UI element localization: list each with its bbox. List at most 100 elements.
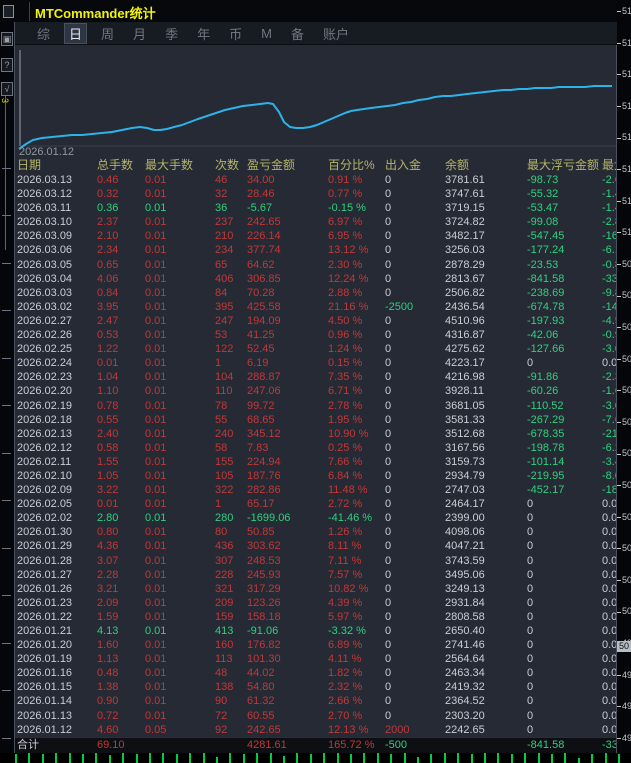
row1-balance: 3747.61 (445, 187, 527, 201)
row37-max_float_pct: 0.00 (602, 694, 617, 708)
table-row[interactable]: 2026.02.231.040.01104288.877.35 %04216.9… (14, 370, 617, 384)
row9-pnl: 425.58 (247, 300, 328, 314)
window-icon[interactable] (3, 5, 14, 18)
table-row[interactable]: 2026.02.180.550.015568.651.95 %03581.33-… (14, 413, 617, 427)
table-row[interactable]: 2026.02.120.580.01587.830.25 %03167.56-1… (14, 441, 617, 455)
table-row[interactable]: 2026.03.023.950.01395425.5821.16 %-25002… (14, 300, 617, 314)
table-row[interactable]: 2026.01.151.380.0113854.802.32 %02419.32… (14, 680, 617, 694)
row30-pnl: 123.26 (247, 596, 328, 610)
table-row[interactable]: 2026.01.160.480.014844.021.82 %02463.340… (14, 666, 617, 680)
table-row[interactable]: 2026.02.093.220.01322282.8611.48 %02747.… (14, 483, 617, 497)
table-row[interactable]: 2026.01.232.090.01209123.264.39 %02931.8… (14, 596, 617, 610)
tab-3[interactable]: 月 (128, 23, 151, 44)
row0-max_float_pct: -2.63 (602, 173, 617, 187)
table-row[interactable]: 2026.03.092.100.01210226.146.95 %03482.1… (14, 229, 617, 243)
price-scale-tick: 51 (617, 69, 631, 79)
tab-7[interactable]: M (256, 25, 277, 42)
table-row[interactable]: 2026.02.101.050.01105187.766.84 %02934.7… (14, 469, 617, 483)
row39-date: 2026.01.12 (17, 723, 97, 737)
row8-date: 2026.03.03 (17, 286, 97, 300)
table-row[interactable]: 2026.01.130.720.017260.552.70 %02303.200… (14, 709, 617, 723)
volume-bar (42, 754, 44, 763)
row1-pct: 0.77 % (328, 187, 385, 201)
row12-pct: 1.24 % (328, 342, 385, 356)
row3-pnl: 242.65 (247, 215, 328, 229)
tab-8[interactable]: 备 (286, 23, 309, 44)
price-scale-strip[interactable]: 5151515151515151505050505050505050505050… (617, 0, 631, 763)
row19-count: 58 (215, 441, 247, 455)
row9-lots: 3.95 (97, 300, 145, 314)
table-row[interactable]: 2026.01.221.590.01159158.185.97 %02808.5… (14, 610, 617, 624)
table-row[interactable]: 2026.01.214.130.01413-91.06-3.32 %02650.… (14, 624, 617, 638)
confirm-icon[interactable]: √ (1, 82, 13, 96)
table-row[interactable]: 2026.01.283.070.01307248.537.11 %03743.5… (14, 554, 617, 568)
table-row[interactable]: 2026.03.030.840.018470.282.88 %02506.82-… (14, 286, 617, 300)
row32-max_float_pct: 0.00 (602, 624, 617, 638)
table-row[interactable]: 2026.03.130.460.014634.000.91 %03781.61-… (14, 173, 617, 187)
row21-balance: 2934.79 (445, 469, 527, 483)
volume-bar (296, 753, 298, 763)
row0-max_float: -98.73 (527, 173, 602, 187)
table-row[interactable]: 2026.02.111.550.01155224.947.66 %03159.7… (14, 455, 617, 469)
tab-5[interactable]: 年 (192, 23, 215, 44)
table-row[interactable]: 2026.02.251.220.0112252.451.24 %04275.62… (14, 342, 617, 356)
row23-pct: 2.72 % (328, 497, 385, 511)
stats-total-row: 合计69.104281.61165.72 %-500-841.58-33.57 (14, 737, 617, 753)
table-row[interactable]: 2026.02.272.470.01247194.094.50 %04510.9… (14, 314, 617, 328)
row1-date: 2026.03.12 (17, 187, 97, 201)
table-row[interactable]: 2026.01.272.280.01228245.937.57 %03495.0… (14, 568, 617, 582)
row0-pnl: 34.00 (247, 173, 328, 187)
table-row[interactable]: 2026.03.102.370.01237242.656.97 %03724.8… (14, 215, 617, 229)
tab-9[interactable]: 账户 (318, 23, 354, 44)
row22-pct: 11.48 % (328, 483, 385, 497)
table-row[interactable]: 2026.03.044.060.01406306.8512.24 %02813.… (14, 272, 617, 286)
row27-pct: 7.11 % (328, 554, 385, 568)
row31-cash: 0 (385, 610, 445, 624)
table-row[interactable]: 2026.03.120.320.013228.460.77 %03747.61-… (14, 187, 617, 201)
tab-1[interactable]: 日 (64, 23, 87, 44)
table-row[interactable]: 2026.02.190.780.017899.722.78 %03681.05-… (14, 399, 617, 413)
row29-max_float_pct: 0.00 (602, 582, 617, 596)
table-row[interactable]: 2026.01.140.900.019061.322.66 %02364.520… (14, 694, 617, 708)
table-row[interactable]: 2026.02.240.010.0116.190.15 %04223.1700.… (14, 356, 617, 370)
help-icon[interactable]: ? (1, 58, 13, 72)
chart-tool-icon[interactable]: ▣ (1, 32, 13, 46)
table-row[interactable]: 2026.01.124.600.0592242.6512.13 %2000224… (14, 723, 617, 737)
table-row[interactable]: 2026.03.110.360.0136-5.67-0.15 %03719.15… (14, 201, 617, 215)
table-row[interactable]: 2026.02.260.530.015341.250.96 %04316.87-… (14, 328, 617, 342)
row5-balance: 3256.03 (445, 243, 527, 257)
row39-count: 92 (215, 723, 247, 737)
row14-balance: 4216.98 (445, 370, 527, 384)
table-row[interactable]: 2026.02.201.100.01110247.066.71 %03928.1… (14, 384, 617, 398)
row11-count: 53 (215, 328, 247, 342)
table-row[interactable]: 2026.02.132.400.01240345.1210.90 %03512.… (14, 427, 617, 441)
tab-4[interactable]: 季 (160, 23, 183, 44)
tab-0[interactable]: 综 (32, 23, 55, 44)
table-row[interactable]: 2026.01.191.130.01113101.304.11 %02564.6… (14, 652, 617, 666)
price-scale-tick: 50 (617, 322, 631, 332)
row22-pnl: 282.86 (247, 483, 328, 497)
table-row[interactable]: 2026.01.263.210.01321317.2910.82 %03249.… (14, 582, 617, 596)
volume-bar (444, 753, 446, 763)
stats-table-header: 日期总手数最大手数次数盈亏金额百分比%出入金余额最大浮亏金额最大浮亏比例 (14, 158, 617, 173)
row33-date: 2026.01.20 (17, 638, 97, 652)
tab-2[interactable]: 周 (96, 23, 119, 44)
table-row[interactable]: 2026.01.294.360.01436303.628.11 %04047.2… (14, 539, 617, 553)
table-row[interactable]: 2026.03.062.340.01234377.7413.12 %03256.… (14, 243, 617, 257)
grid-dash (2, 643, 11, 644)
tab-6[interactable]: 币 (224, 23, 247, 44)
row36-balance: 2419.32 (445, 680, 527, 694)
table-row[interactable]: 2026.01.201.600.01160176.826.89 %02741.4… (14, 638, 617, 652)
row11-max_float_pct: -0.98 (602, 328, 617, 342)
table-row[interactable]: 2026.01.300.800.018050.851.26 %04098.060… (14, 525, 617, 539)
row6-balance: 2878.29 (445, 258, 527, 272)
row4-pct: 6.95 % (328, 229, 385, 243)
price-scale-tick: 50 (617, 606, 631, 616)
volume-bar (310, 754, 312, 763)
table-row[interactable]: 2026.02.050.010.01165.172.72 %02464.1700… (14, 497, 617, 511)
table-row[interactable]: 2026.03.050.650.016564.622.30 %02878.29-… (14, 258, 617, 272)
row1-max_float: -55.32 (527, 187, 602, 201)
row37-pnl: 61.32 (247, 694, 328, 708)
table-row[interactable]: 2026.02.022.800.01280-1699.06-41.46 %023… (14, 511, 617, 525)
row16-lots: 0.78 (97, 399, 145, 413)
